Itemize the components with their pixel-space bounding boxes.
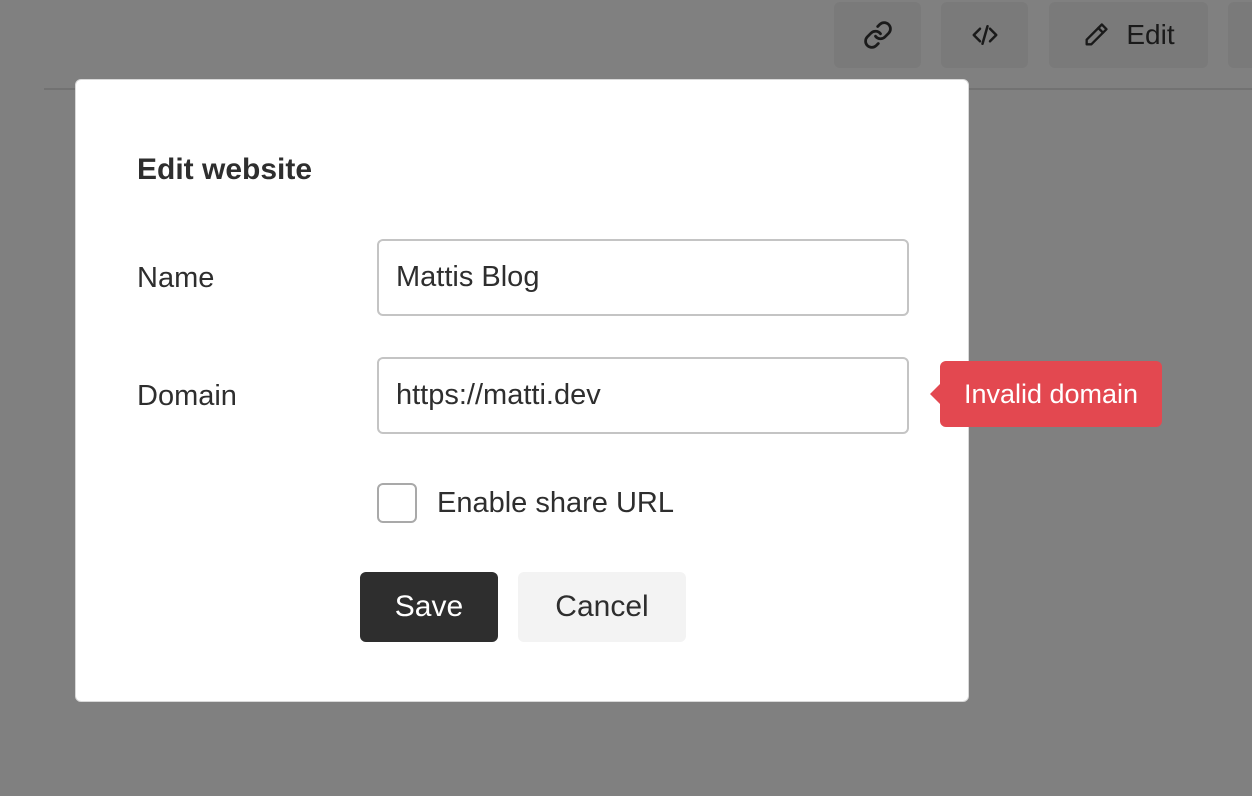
share-url-checkbox[interactable] [377, 483, 417, 523]
domain-error-text: Invalid domain [963, 378, 1139, 409]
domain-label: Domain [137, 380, 237, 412]
save-button[interactable]: Save [360, 572, 498, 642]
cancel-button[interactable]: Cancel [518, 572, 686, 642]
edit-button[interactable]: Edit [1049, 2, 1208, 68]
edit-website-modal: Edit website Name Domain Enable share UR… [75, 79, 969, 702]
link-icon [863, 20, 893, 50]
domain-input[interactable] [377, 357, 909, 434]
share-link-button[interactable] [834, 2, 921, 68]
tracking-code-button[interactable] [941, 2, 1028, 68]
code-icon [970, 20, 1000, 50]
domain-error-tooltip: Invalid domain [930, 361, 1162, 427]
tooltip-arrow [930, 384, 940, 404]
name-label: Name [137, 262, 215, 294]
pencil-icon [1082, 21, 1110, 49]
share-url-checkbox-row[interactable]: Enable share URL [377, 483, 674, 523]
name-input[interactable] [377, 239, 909, 316]
edit-button-label: Edit [1126, 19, 1175, 50]
modal-title: Edit website [137, 153, 313, 186]
share-url-checkbox-label[interactable]: Enable share URL [437, 487, 674, 520]
more-button[interactable] [1228, 2, 1252, 68]
page-toolbar: Edit [0, 0, 1252, 90]
